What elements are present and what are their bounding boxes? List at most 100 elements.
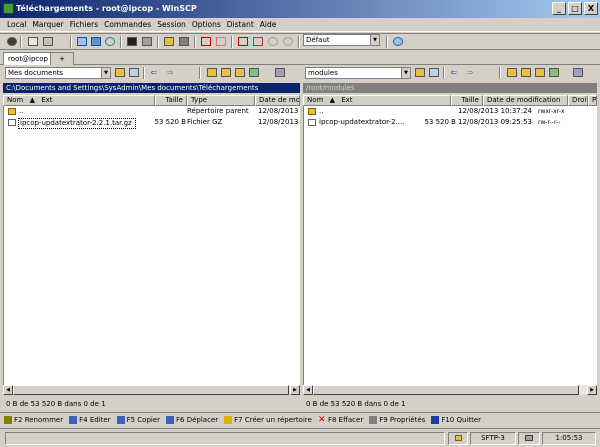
tab-session[interactable]: root@ipcop [3, 52, 53, 65]
list-item[interactable]: .. Répertoire parent 12/08/2013 [4, 106, 300, 117]
remote-forward-icon[interactable]: ⇒ [465, 67, 478, 79]
properties-button[interactable]: F9 Propriétés [369, 415, 425, 424]
menu-distant[interactable]: Distant [224, 18, 257, 31]
remote-column-headers: Nom ▲ Ext Taille Date de modification Dr… [303, 95, 597, 106]
create-directory-button[interactable]: F7 Créer un répertoire [224, 415, 312, 424]
encryption-lock-icon [448, 432, 468, 445]
remote-home-icon[interactable] [533, 67, 546, 79]
local-parent-dir-icon[interactable] [205, 67, 218, 79]
menu-local[interactable]: Local [4, 18, 29, 31]
synchronize-icon[interactable] [75, 36, 88, 48]
column-header-owner[interactable]: P [588, 95, 597, 106]
edit-button[interactable]: F4 Editer [69, 415, 111, 424]
scroll-left-arrow-icon[interactable]: ◀ [3, 385, 13, 395]
select-files-icon[interactable] [199, 36, 212, 48]
list-item[interactable]: .. 12/08/2013 10:37:24 rwxr-xr-x [304, 106, 597, 117]
refresh-icon[interactable] [103, 36, 116, 48]
column-header-name[interactable]: Nom ▲ Ext [3, 95, 155, 106]
remote-parent-dir-icon[interactable] [505, 67, 518, 79]
local-location-select[interactable]: Mes documents ▼ [5, 67, 111, 79]
scroll-thumb[interactable] [313, 385, 579, 395]
delete-button[interactable]: ✕ F8 Effacer [318, 415, 363, 424]
properties-icon [369, 415, 378, 424]
connection-icon [518, 432, 540, 445]
rename-button[interactable]: F2 Renommer [4, 415, 63, 424]
archive-file-icon [308, 119, 316, 126]
move-button[interactable]: F6 Déplacer [166, 415, 218, 424]
queue-icon[interactable] [162, 36, 175, 48]
local-open-folder-icon[interactable] [113, 67, 126, 79]
menu-commandes[interactable]: Commandes [101, 18, 154, 31]
column-header-type[interactable]: Type [187, 95, 255, 106]
quit-icon [431, 415, 440, 424]
local-horizontal-scrollbar[interactable]: ◀ ▶ [3, 385, 300, 395]
scroll-right-arrow-icon[interactable]: ▶ [290, 385, 300, 395]
local-tree-icon[interactable] [273, 67, 286, 79]
menu-fichiers[interactable]: Fichiers [67, 18, 101, 31]
local-panel-icon[interactable] [26, 36, 39, 48]
protocol-indicator: SFTP-3 [470, 432, 516, 445]
column-header-rights[interactable]: Droits [568, 95, 588, 106]
compare-panels-icon[interactable] [41, 36, 54, 48]
scroll-right-arrow-icon[interactable]: ▶ [587, 385, 597, 395]
session-tabs: root@ipcop + [0, 51, 600, 65]
maximize-button[interactable]: □ [568, 2, 582, 15]
rename-icon [4, 415, 12, 424]
list-item[interactable]: ipcop-updatextrator-2.2.1.tar.gz 53 520 … [4, 117, 300, 129]
new-folder-icon [224, 415, 233, 424]
clear-selection-icon[interactable] [281, 36, 294, 48]
quit-button[interactable]: F10 Quitter [431, 415, 481, 424]
remote-back-icon[interactable]: ⇐ [449, 67, 462, 79]
menu-options[interactable]: Options [189, 18, 224, 31]
copy-button[interactable]: F5 Copier [116, 415, 160, 424]
local-home-icon[interactable] [233, 67, 246, 79]
column-header-date[interactable]: Date de modification [483, 95, 568, 106]
local-filter-icon[interactable] [127, 67, 140, 79]
menu-aide[interactable]: Aide [257, 18, 280, 31]
local-refresh-icon[interactable] [247, 67, 260, 79]
invert-selection-icon[interactable] [251, 36, 264, 48]
remote-file-list[interactable]: .. 12/08/2013 10:37:24 rwxr-xr-x ipcop-u… [303, 106, 597, 385]
scroll-left-arrow-icon[interactable]: ◀ [303, 385, 313, 395]
transfer-settings-icon[interactable] [177, 36, 190, 48]
minimize-button[interactable]: _ [552, 2, 566, 15]
putty-icon[interactable] [140, 36, 153, 48]
local-file-list[interactable]: .. Répertoire parent 12/08/2013 ipcop-up… [3, 106, 300, 385]
winscp-app-icon [3, 3, 14, 14]
copy-icon [116, 415, 125, 424]
menu-bar: Local Marquer Fichiers Commandes Session… [0, 18, 600, 32]
terminal-icon[interactable] [125, 36, 138, 48]
menu-marquer[interactable]: Marquer [29, 18, 66, 31]
preferences-gear-icon[interactable] [5, 36, 18, 48]
local-panel: Mes documents ▼ ⇐ ⇒ C:\Documents and Sett… [3, 65, 300, 395]
keep-up-to-date-icon[interactable] [89, 36, 102, 48]
remote-root-dir-icon[interactable] [519, 67, 532, 79]
select-all-icon[interactable] [266, 36, 279, 48]
scroll-thumb[interactable] [13, 385, 289, 395]
remote-location-select[interactable]: modules ▼ [305, 67, 411, 79]
close-button[interactable]: X [584, 2, 598, 15]
status-bar: SFTP-3 1:05:53 [0, 428, 600, 447]
local-root-dir-icon[interactable] [219, 67, 232, 79]
remote-horizontal-scrollbar[interactable]: ◀ ▶ [303, 385, 597, 395]
edit-icon [69, 415, 78, 424]
remote-refresh-icon[interactable] [547, 67, 560, 79]
remote-filter-icon[interactable] [427, 67, 440, 79]
local-column-headers: Nom ▲ Ext Taille Type Date de mo [3, 95, 300, 106]
remote-open-folder-icon[interactable] [413, 67, 426, 79]
menu-session[interactable]: Session [154, 18, 189, 31]
local-forward-icon[interactable]: ⇒ [165, 67, 178, 79]
local-back-icon[interactable]: ⇐ [149, 67, 162, 79]
filter-icon[interactable] [236, 36, 249, 48]
unselect-files-icon[interactable] [214, 36, 227, 48]
column-header-name[interactable]: Nom ▲ Ext [303, 95, 451, 106]
remote-panel-toolbar: modules ▼ ⇐ ⇒ [303, 65, 597, 81]
list-item[interactable]: ipcop-updatextrator-2.... 53 520 B 12/08… [304, 117, 597, 128]
column-header-date[interactable]: Date de mo [255, 95, 300, 106]
transfer-preset-select[interactable]: Défaut ▼ [303, 34, 380, 46]
tab-new-session[interactable]: + [50, 52, 74, 65]
column-header-size[interactable]: Taille [451, 95, 483, 106]
remote-tree-icon[interactable] [571, 67, 584, 79]
transfer-options-icon[interactable] [391, 36, 404, 48]
column-header-size[interactable]: Taille [155, 95, 187, 106]
